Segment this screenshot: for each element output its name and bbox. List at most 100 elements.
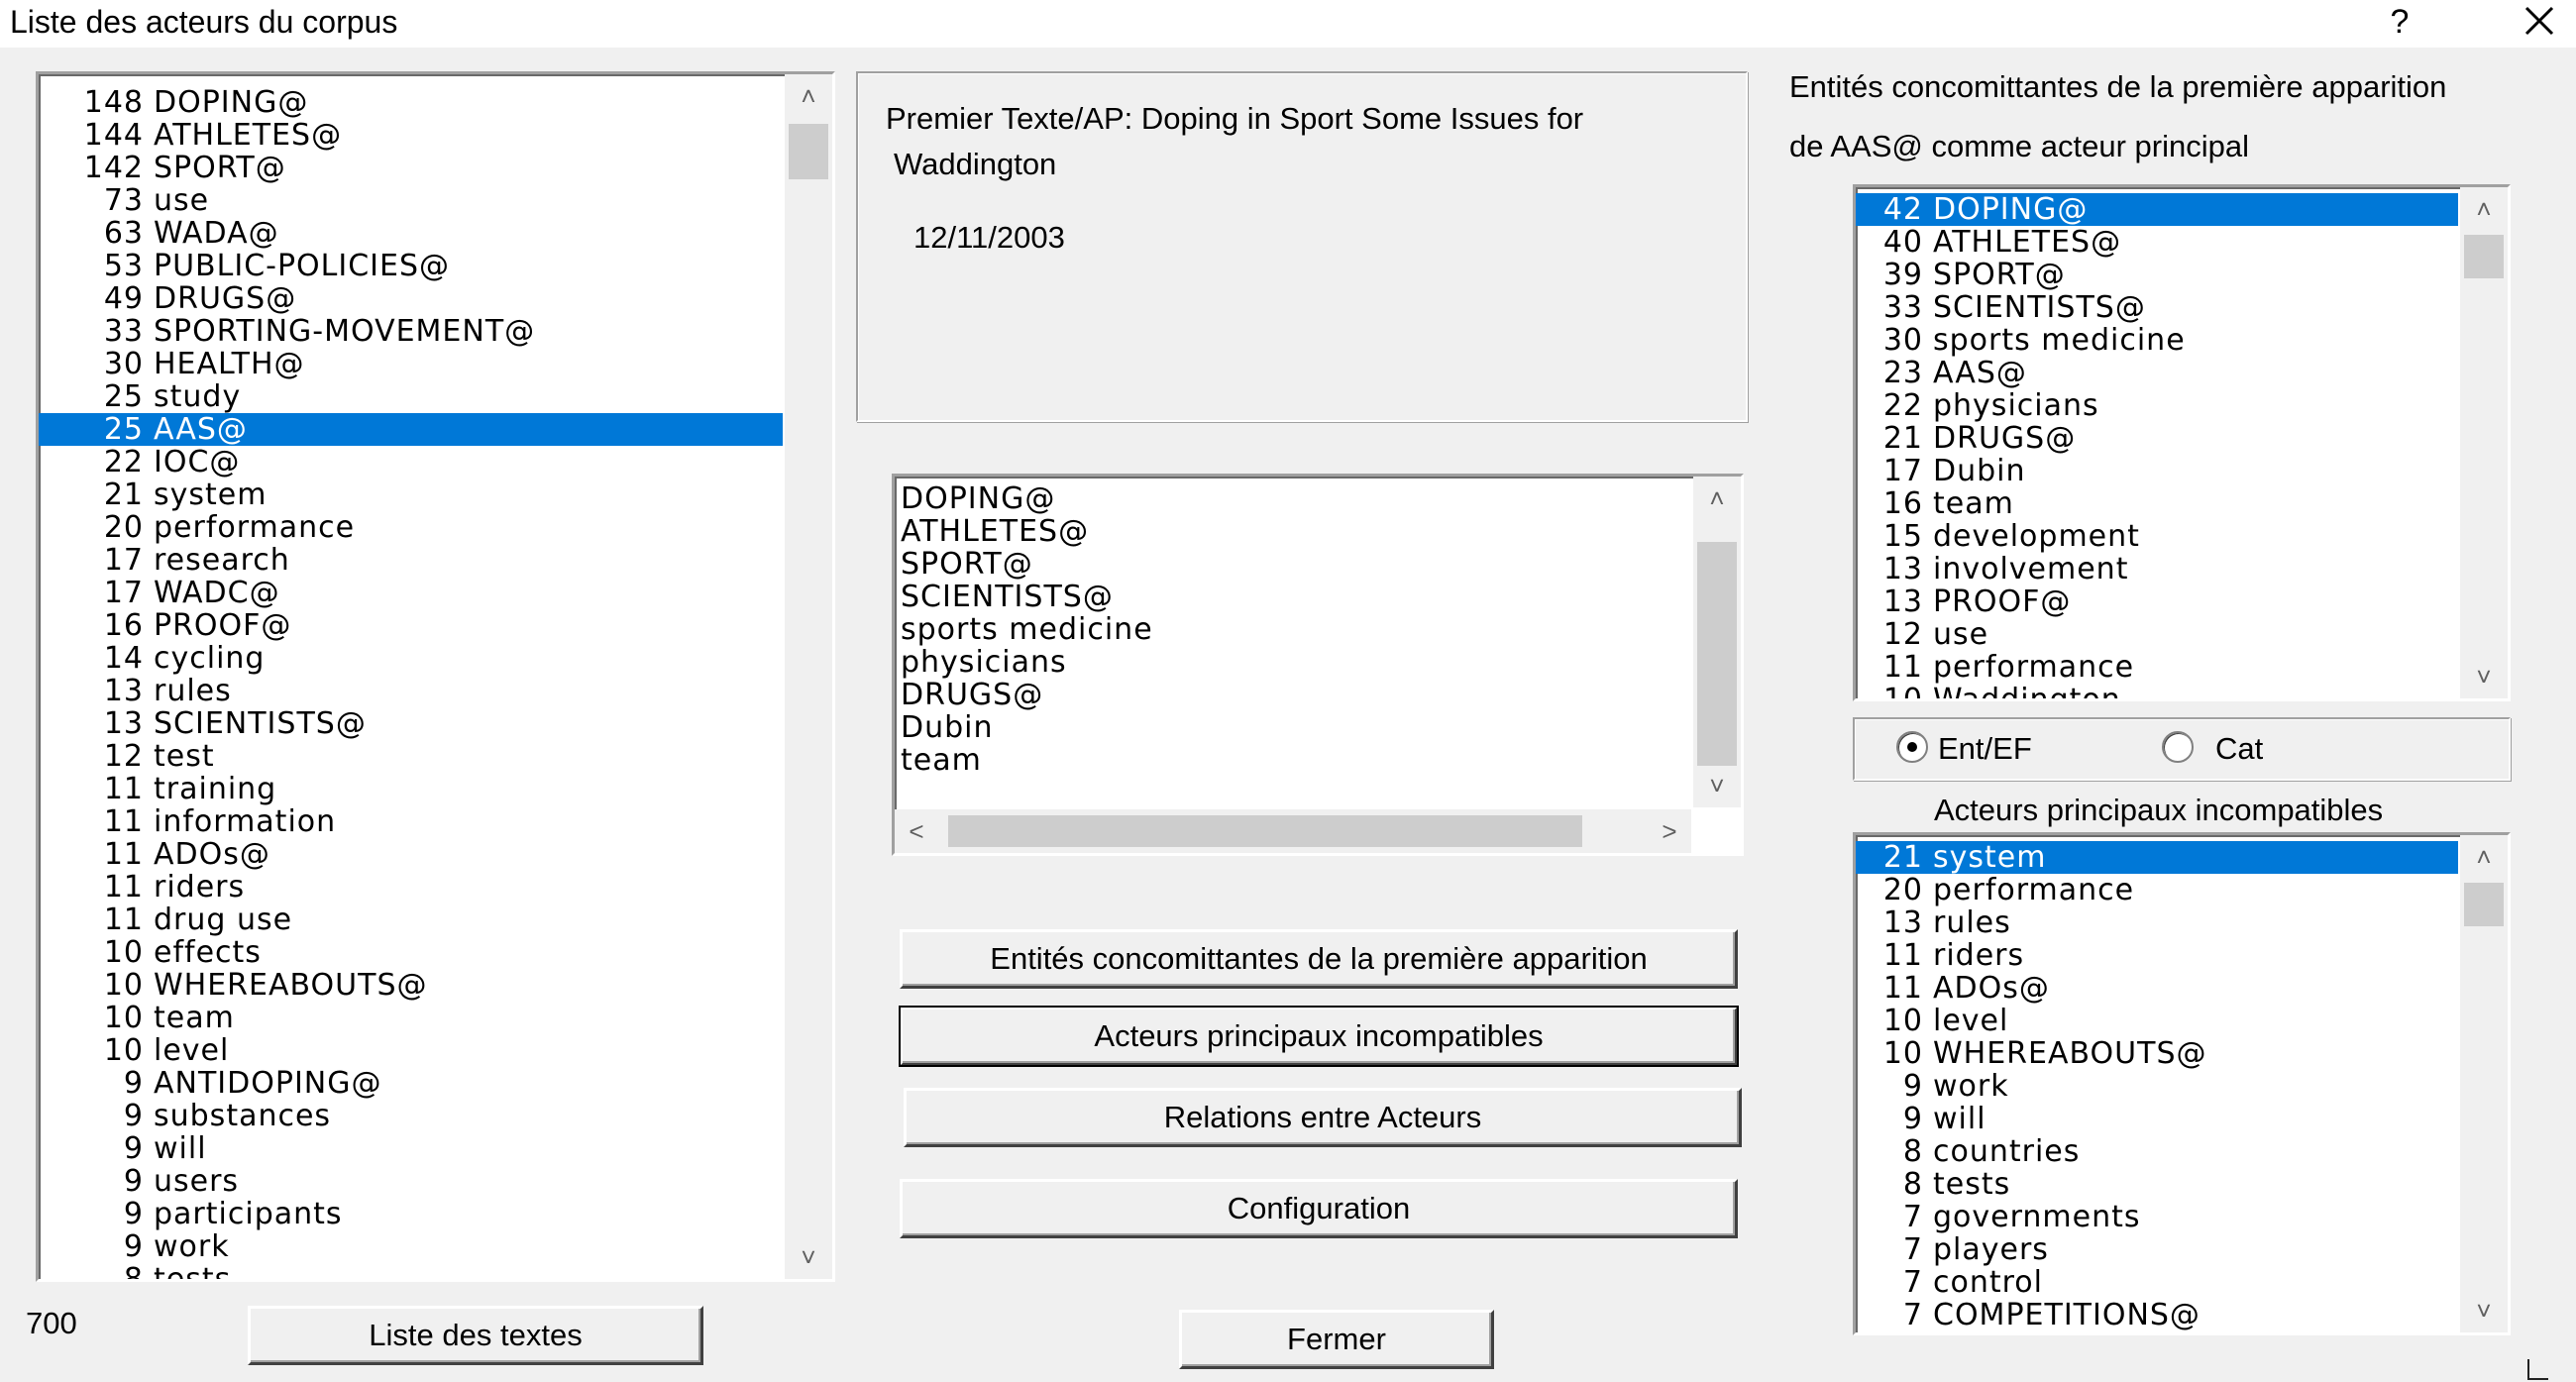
list-item[interactable]: 21 DRUGS@ xyxy=(1856,422,2458,455)
concomitant-entities-list[interactable]: 42 DOPING@ 40 ATHLETES@ 39 SPORT@ 33 SCIENTISTS… xyxy=(1853,184,2511,701)
list-item[interactable]: 13 rules xyxy=(1856,906,2458,939)
list-item[interactable]: 25 study xyxy=(39,380,783,413)
list-item[interactable]: 8 tests xyxy=(1856,1168,2458,1201)
list-item[interactable]: 142 SPORT@ xyxy=(39,152,783,184)
list-item[interactable]: 7 players xyxy=(1856,1233,2458,1266)
scroll-down-icon[interactable]: ˅ xyxy=(1693,764,1741,807)
list-item[interactable]: 21 system xyxy=(39,478,783,511)
fermer-button[interactable]: Fermer xyxy=(1179,1310,1494,1369)
resize-grip-icon[interactable] xyxy=(2526,1357,2550,1381)
list-item[interactable]: 22 IOC@ xyxy=(39,446,783,478)
list-item[interactable]: sports medicine xyxy=(895,613,1691,646)
scroll-up-icon[interactable]: ˄ xyxy=(785,74,832,118)
list-item[interactable]: 10 effects xyxy=(39,936,783,969)
list-item[interactable]: 11 riders xyxy=(39,871,783,904)
list-item[interactable]: 10 level xyxy=(39,1034,783,1067)
list-item[interactable]: 11 riders xyxy=(1856,939,2458,972)
radio-ent-ef-label[interactable]: Ent/EF xyxy=(1938,731,2032,767)
scroll-left-icon[interactable]: ˂ xyxy=(895,809,938,853)
list-item[interactable]: 10 WHEREABOUTS@ xyxy=(1856,1037,2458,1070)
entities-list[interactable]: DOPING@ ATHLETES@ SPORT@ SCIENTISTS@ sports … xyxy=(892,474,1744,856)
list-item[interactable]: 7 governments xyxy=(1856,1201,2458,1233)
list-item[interactable]: 11 drug use xyxy=(39,904,783,936)
list-item[interactable]: 8 tests xyxy=(39,1263,783,1279)
incompatible-list-scrollbar[interactable]: ˄ ˅ xyxy=(2460,835,2508,1332)
list-item[interactable]: 12 use xyxy=(1856,618,2458,651)
radio-cat[interactable] xyxy=(2162,731,2194,763)
list-item[interactable]: 25 AAS@ xyxy=(39,413,783,446)
list-item[interactable]: 13 SCIENTISTS@ xyxy=(39,707,783,740)
list-item[interactable]: ATHLETES@ xyxy=(895,515,1691,548)
list-item[interactable]: 8 countries xyxy=(1856,1135,2458,1168)
list-item[interactable]: 33 SCIENTISTS@ xyxy=(1856,291,2458,324)
scroll-up-icon[interactable]: ˄ xyxy=(2460,835,2508,879)
list-item[interactable]: 16 team xyxy=(1856,487,2458,520)
list-item[interactable]: 7 control xyxy=(1856,1266,2458,1299)
list-item[interactable]: 9 work xyxy=(1856,1070,2458,1103)
acteurs-incompatibles-button[interactable]: Acteurs principaux incompatibles xyxy=(899,1006,1739,1067)
list-item[interactable]: SPORT@ xyxy=(895,548,1691,581)
list-item[interactable]: 7 COMPETITIONS@ xyxy=(1856,1299,2458,1331)
scroll-up-icon[interactable]: ˄ xyxy=(1693,477,1741,520)
scroll-down-icon[interactable]: ˅ xyxy=(2460,655,2508,698)
scroll-thumb[interactable] xyxy=(948,815,1582,847)
entites-concomittantes-button[interactable]: Entités concomittantes de la première ap… xyxy=(900,929,1738,989)
list-item[interactable]: 11 information xyxy=(39,805,783,838)
list-item[interactable]: 11 ADOs@ xyxy=(39,838,783,871)
list-item[interactable]: 10 WHEREABOUTS@ xyxy=(39,969,783,1002)
list-item[interactable]: 20 performance xyxy=(39,511,783,544)
list-item[interactable]: 10 team xyxy=(39,1002,783,1034)
list-item[interactable]: physicians xyxy=(895,646,1691,679)
actors-list-scrollbar[interactable]: ˄ ˅ xyxy=(785,74,832,1279)
scroll-thumb[interactable] xyxy=(2464,235,2504,278)
list-item[interactable]: DOPING@ xyxy=(895,482,1691,515)
scroll-right-icon[interactable]: ˃ xyxy=(1648,809,1691,853)
list-item[interactable]: 30 HEALTH@ xyxy=(39,348,783,380)
list-item[interactable]: 11 performance xyxy=(1856,651,2458,684)
relations-acteurs-button[interactable]: Relations entre Acteurs xyxy=(904,1088,1742,1147)
list-item[interactable]: 21 system xyxy=(1856,841,2458,874)
scroll-down-icon[interactable]: ˅ xyxy=(785,1235,832,1279)
actors-list[interactable]: 148 DOPING@ 144 ATHLETES@ 142 SPORT@ 73 use 63 WA… xyxy=(36,71,835,1282)
radio-ent-ef[interactable] xyxy=(1896,731,1928,763)
scroll-down-icon[interactable]: ˅ xyxy=(2460,1289,2508,1332)
list-item[interactable]: 30 sports medicine xyxy=(1856,324,2458,357)
list-item[interactable]: 33 SPORTING-MOVEMENT@ xyxy=(39,315,783,348)
list-item[interactable]: 10 level xyxy=(1856,1005,2458,1037)
scroll-thumb[interactable] xyxy=(1697,542,1737,766)
entities-list-hscrollbar[interactable]: ˂ ˃ xyxy=(895,809,1691,853)
incompatible-actors-list[interactable]: 21 system 20 performance 13 rules 11 riders 11 AD… xyxy=(1853,832,2511,1335)
concomitant-list-scrollbar[interactable]: ˄ ˅ xyxy=(2460,187,2508,698)
list-item[interactable]: SCIENTISTS@ xyxy=(895,581,1691,613)
list-item[interactable]: 16 PROOF@ xyxy=(39,609,783,642)
list-item[interactable]: 23 AAS@ xyxy=(1856,357,2458,389)
list-item[interactable]: 11 training xyxy=(39,773,783,805)
entities-list-vscrollbar[interactable]: ˄ ˅ xyxy=(1693,477,1741,807)
list-item[interactable]: 73 use xyxy=(39,184,783,217)
list-item[interactable]: 144 ATHLETES@ xyxy=(39,119,783,152)
scroll-thumb[interactable] xyxy=(789,124,828,179)
list-item[interactable]: 13 rules xyxy=(39,675,783,707)
list-item[interactable]: 22 physicians xyxy=(1856,389,2458,422)
radio-cat-label[interactable]: Cat xyxy=(2215,731,2263,767)
list-item[interactable]: 9 substances xyxy=(39,1100,783,1132)
list-item[interactable]: 39 SPORT@ xyxy=(1856,259,2458,291)
list-item[interactable]: 9 will xyxy=(1856,1103,2458,1135)
configuration-button[interactable]: Configuration xyxy=(900,1179,1738,1238)
scroll-thumb[interactable] xyxy=(2464,883,2504,926)
list-item[interactable]: 148 DOPING@ xyxy=(39,86,783,119)
list-item[interactable]: 15 development xyxy=(1856,520,2458,553)
list-item[interactable]: 13 PROOF@ xyxy=(1856,585,2458,618)
scroll-up-icon[interactable]: ˄ xyxy=(2460,187,2508,231)
list-item[interactable]: 12 test xyxy=(39,740,783,773)
list-item[interactable]: 9 users xyxy=(39,1165,783,1198)
list-item[interactable]: 42 DOPING@ xyxy=(1856,193,2458,226)
list-item[interactable]: 9 participants xyxy=(39,1198,783,1230)
list-item[interactable]: 17 WADC@ xyxy=(39,577,783,609)
list-item[interactable]: Dubin xyxy=(895,711,1691,744)
list-item[interactable]: DRUGS@ xyxy=(895,679,1691,711)
list-item[interactable]: 40 ATHLETES@ xyxy=(1856,226,2458,259)
help-button[interactable]: ? xyxy=(2380,0,2419,44)
liste-textes-button[interactable]: Liste des textes xyxy=(248,1306,703,1365)
list-item[interactable]: team xyxy=(895,744,1691,777)
